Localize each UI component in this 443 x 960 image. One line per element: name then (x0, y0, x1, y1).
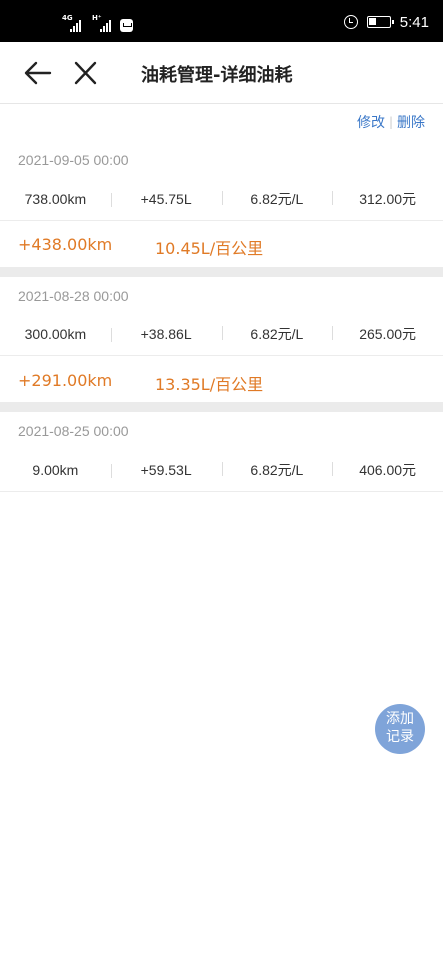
back-arrow-icon[interactable] (22, 58, 54, 88)
distance-value: +438.00km (18, 235, 113, 254)
network-type-2: H⁺ (92, 14, 102, 22)
edit-button[interactable]: 修改 (357, 112, 385, 132)
actions-divider: | (388, 115, 393, 129)
odometer-value: 300.00km (24, 325, 87, 342)
record-date: 2021-08-28 00:00 (18, 288, 129, 304)
consumption-value: 10.45L/百公里 (155, 239, 264, 258)
status-right: 5:41 (343, 13, 429, 31)
status-left: 4G H⁺ (62, 14, 133, 32)
record-date: 2021-08-25 00:00 (18, 423, 129, 439)
add-record-label-line2: 记录 (386, 729, 414, 745)
signal-4g-icon: 4G (62, 14, 82, 32)
cost-value: 406.00元 (332, 460, 443, 480)
distance-value: +291.00km (18, 371, 113, 390)
alarm-icon (343, 15, 358, 29)
fuel-value: +45.75L (110, 191, 222, 207)
add-record-label-line1: 添加 (386, 711, 414, 727)
cost-value: 312.00元 (332, 189, 443, 209)
record-row[interactable]: 300.00km +38.86L 6.82元/L 265.00元 (0, 312, 443, 356)
fuel-value: +59.53L (110, 462, 222, 478)
consumption-value: 13.35L/百公里 (155, 375, 264, 394)
nav-bar: 油耗管理-详细油耗 (0, 42, 443, 104)
price-value: 6.82元/L (221, 189, 333, 209)
battery-icon (366, 16, 394, 28)
fuel-value: +38.86L (110, 326, 222, 342)
page-title: 油耗管理-详细油耗 (141, 65, 293, 86)
odometer-value: 9.00km (32, 461, 79, 478)
record-date: 2021-09-05 00:00 (18, 152, 129, 168)
add-record-button[interactable]: 添加 记录 (375, 704, 425, 754)
record-row[interactable]: 738.00km +45.75L 6.82元/L 312.00元 (0, 177, 443, 221)
status-bar: 4G H⁺ 5:41 (0, 0, 443, 42)
record-row[interactable]: 9.00km +59.53L 6.82元/L 406.00元 (0, 448, 443, 492)
delete-button[interactable]: 删除 (397, 112, 425, 132)
record-summary: +438.00km 10.45L/百公里 (18, 235, 263, 259)
odometer-value: 738.00km (24, 190, 87, 207)
section-divider (0, 402, 443, 412)
network-type-1: 4G (62, 14, 73, 22)
status-time: 5:41 (399, 13, 429, 31)
message-icon (120, 19, 133, 32)
record-actions: 修改 | 删除 (357, 112, 425, 132)
price-value: 6.82元/L (221, 324, 333, 344)
price-value: 6.82元/L (221, 460, 333, 480)
cost-value: 265.00元 (332, 324, 443, 344)
signal-h-icon: H⁺ (92, 14, 112, 32)
section-divider (0, 267, 443, 277)
close-icon[interactable] (70, 58, 100, 88)
record-summary: +291.00km 13.35L/百公里 (18, 371, 263, 395)
